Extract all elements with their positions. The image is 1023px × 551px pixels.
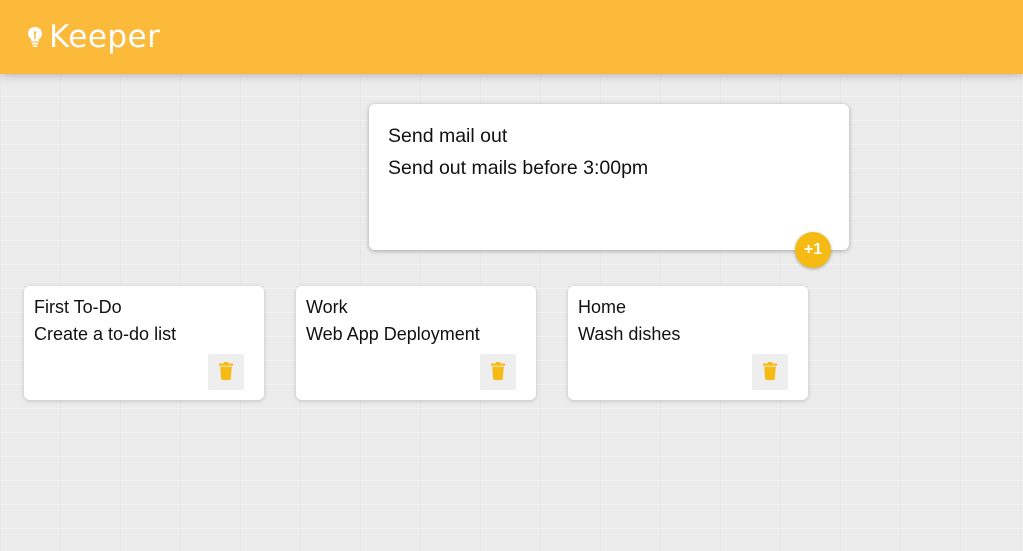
note-title: Work [306,297,348,317]
note-content-textarea[interactable]: Send out mails before 3:00pm [388,156,648,180]
trash-icon [491,361,505,383]
note-title-input[interactable]: Send mail out [388,124,507,148]
delete-note-button[interactable] [480,354,516,390]
note-content: Create a to-do list [34,324,177,344]
note-card: Home Wash dishes [568,286,808,400]
create-note-form: Send mail out Send out mails before 3:00… [369,104,849,250]
note-title: First To-Do [34,297,122,317]
note-card: Work Web App Deployment [296,286,536,400]
note-card: First To-Do Create a to-do list [24,286,264,400]
trash-icon [763,361,777,383]
delete-note-button[interactable] [208,354,244,390]
trash-icon [219,361,233,383]
add-note-button[interactable]: +1 [795,232,831,268]
app-logo: Keeper [27,18,160,56]
app-title: Keeper [49,19,161,55]
lightbulb-icon [27,24,45,50]
note-title: Home [578,297,627,317]
delete-note-button[interactable] [752,354,788,390]
app-header: Keeper [0,0,1023,74]
note-content: Web App Deployment [306,324,480,344]
note-content: Wash dishes [578,324,681,344]
